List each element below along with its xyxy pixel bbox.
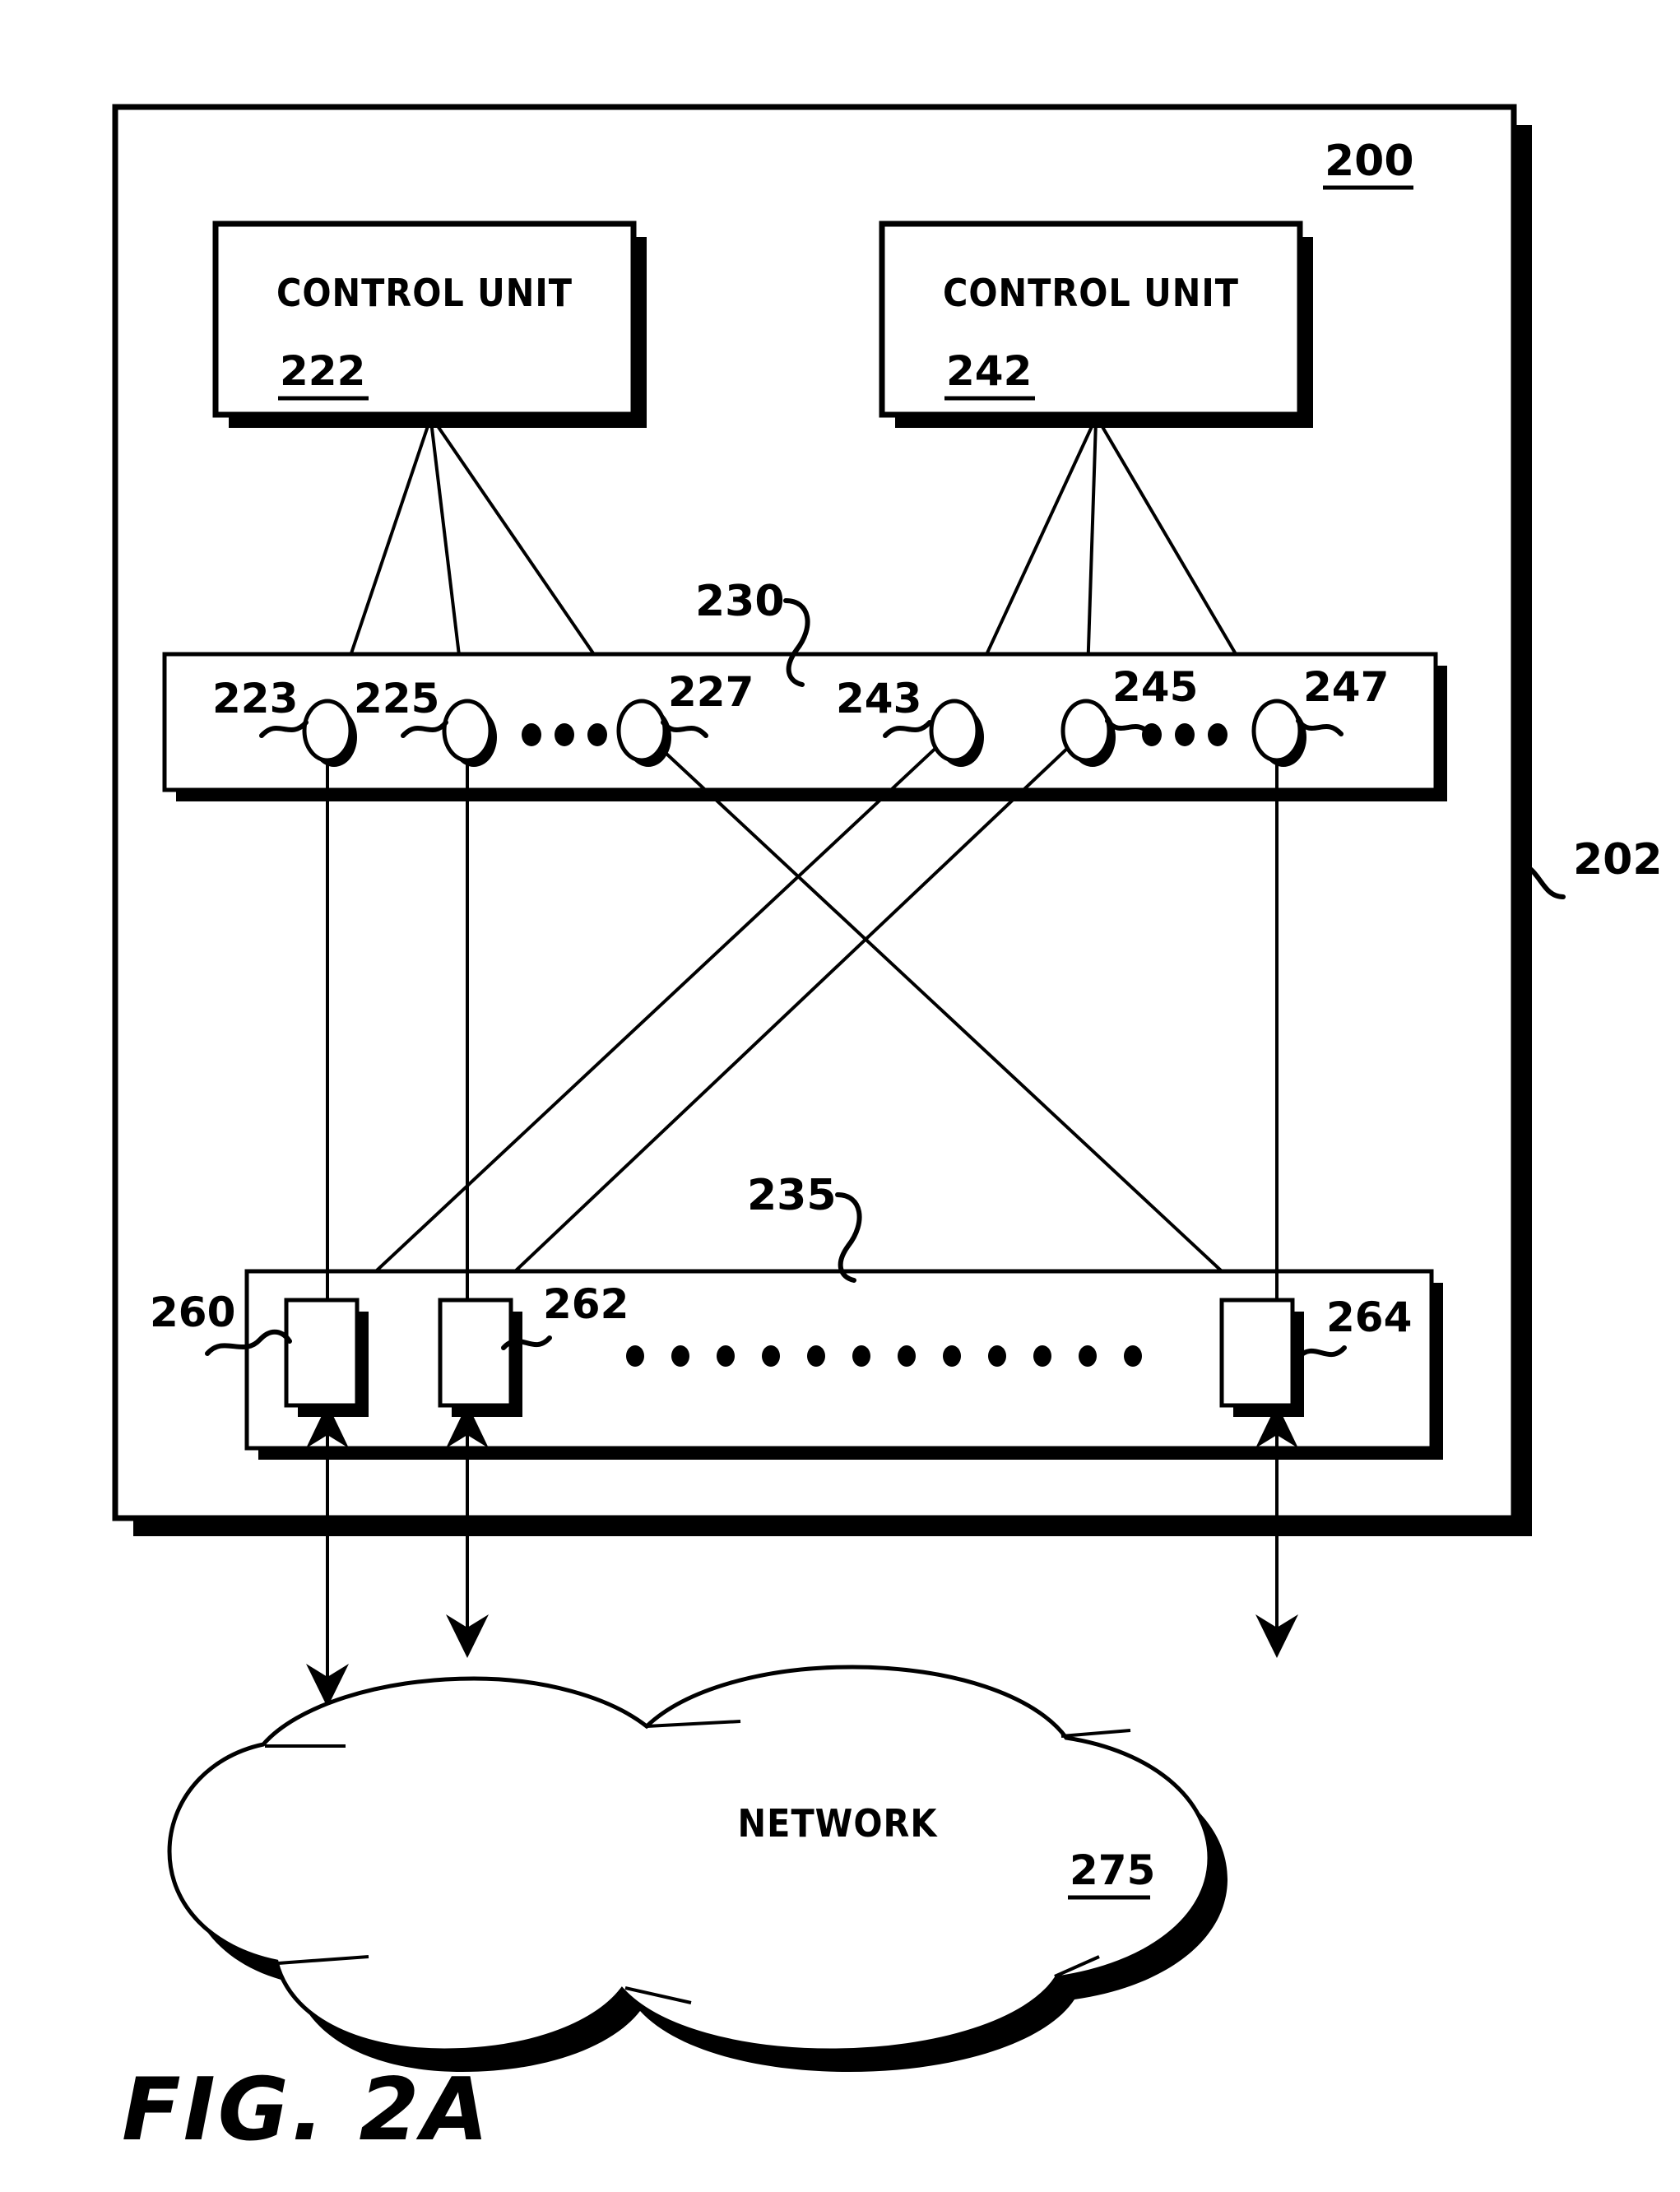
node-245-ref: 245 (1112, 663, 1198, 711)
figure-2a-diagram: 202 200 CONTROL UNIT 222 CONTROL UNIT 24… (112, 104, 1663, 2160)
node-243-ref: 243 (836, 675, 921, 722)
node-247-ref: 247 (1303, 663, 1389, 711)
ellipsis-dot (852, 1345, 870, 1367)
network-cloud-275[interactable]: NETWORK 275 (167, 1665, 1228, 2072)
system-ref-200: 200 (1325, 137, 1414, 186)
control-unit-242-fill (882, 224, 1300, 415)
ellipsis-dot (671, 1345, 689, 1367)
ellipsis-dot (1033, 1345, 1051, 1367)
control-unit-222-ref: 222 (280, 347, 365, 395)
port-264-ref: 264 (1326, 1293, 1412, 1341)
network-ref-275: 275 (1070, 1846, 1155, 1894)
cloud-scallop-3 (1060, 1729, 1131, 1738)
node-225-ref: 225 (354, 675, 439, 722)
ellipsis-dot (587, 723, 607, 746)
ellipsis-dot (898, 1345, 916, 1367)
patent-figure-page: 202 200 CONTROL UNIT 222 CONTROL UNIT 24… (0, 0, 1680, 2192)
port-262[interactable] (438, 1298, 522, 1417)
ellipsis-dot (626, 1345, 644, 1367)
port-264-fill (1222, 1300, 1292, 1405)
port-260-ref: 260 (150, 1289, 235, 1336)
ellipsis-dot (1079, 1345, 1097, 1367)
control-unit-242[interactable]: CONTROL UNIT 242 (879, 221, 1313, 428)
control-unit-222[interactable]: CONTROL UNIT 222 (212, 221, 647, 428)
ellipsis-dot (943, 1345, 961, 1367)
lower-panel-ref-235: 235 (747, 1171, 837, 1220)
upper-panel-ref-230: 230 (695, 577, 785, 626)
enclosure-ref-202: 202 (1573, 835, 1663, 885)
figure-caption: FIG. 2A (122, 2060, 491, 2160)
port-262-fill (440, 1300, 511, 1405)
node-227-ref: 227 (668, 668, 754, 716)
upper-panel-ellipsis-right (1142, 723, 1228, 746)
ellipsis-dot (522, 723, 541, 746)
port-260[interactable] (284, 1298, 369, 1417)
ellipsis-dot (1208, 723, 1228, 746)
port-262-ref: 262 (543, 1280, 629, 1328)
control-unit-242-ref: 242 (946, 347, 1032, 395)
network-label: NETWORK (738, 1801, 939, 1846)
control-unit-222-title: CONTROL UNIT (276, 271, 573, 315)
ellipsis-dot (988, 1345, 1006, 1367)
control-unit-242-title: CONTROL UNIT (943, 271, 1239, 315)
ellipsis-dot (1175, 723, 1195, 746)
control-unit-222-fill (216, 224, 633, 415)
ellipsis-dot (555, 723, 574, 746)
node-223-ref: 223 (212, 675, 298, 722)
upper-panel-ellipsis-left (522, 723, 607, 746)
port-260-fill (286, 1300, 357, 1405)
port-264[interactable] (1219, 1298, 1304, 1417)
ellipsis-dot (807, 1345, 825, 1367)
system-ref-200-group: 200 (1323, 137, 1414, 190)
ellipsis-dot (1142, 723, 1162, 746)
ellipsis-dot (762, 1345, 780, 1367)
ellipsis-dot (1124, 1345, 1142, 1367)
ellipsis-dot (717, 1345, 735, 1367)
